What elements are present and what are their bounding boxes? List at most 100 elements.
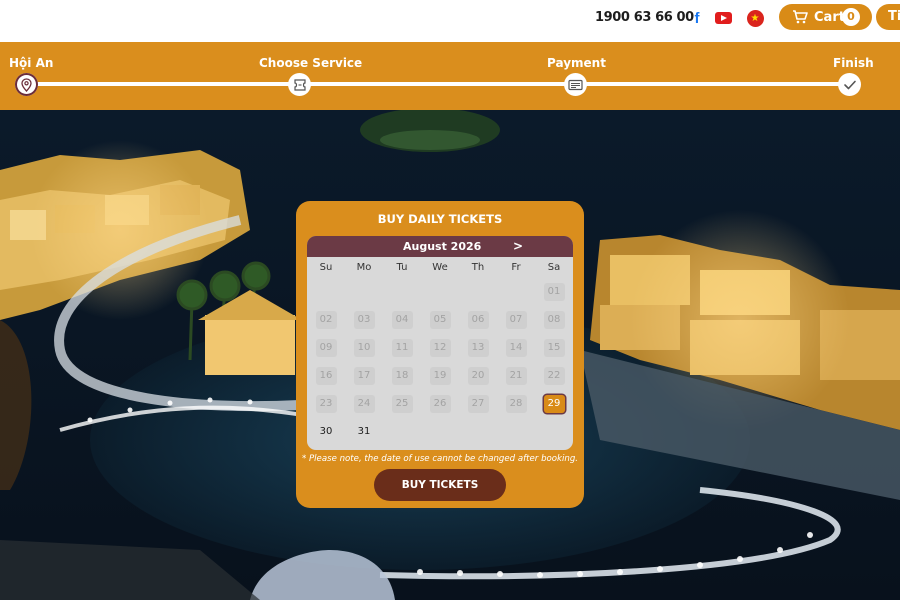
step-hoi-an[interactable] (15, 73, 38, 96)
calendar-day-disabled: 10 (345, 334, 383, 362)
day-number: 29 (543, 395, 565, 413)
hotline-phone-number[interactable]: 1900 63 66 00 (595, 10, 694, 25)
top-header: 1900 63 66 00 f ★ Cart 0 Tic (0, 0, 900, 42)
day-number: 18 (391, 367, 413, 385)
day-number: 14 (505, 339, 527, 357)
day-number: 21 (505, 367, 527, 385)
weekday-label: Fr (511, 262, 521, 273)
calendar-day-disabled: 04 (383, 306, 421, 334)
day-number: 25 (391, 395, 413, 413)
calendar-day-disabled: 14 (497, 334, 535, 362)
cart-icon (793, 10, 808, 24)
cart-button[interactable]: Cart 0 (779, 4, 872, 30)
step-label-payment: Payment (547, 56, 606, 70)
day-number: 24 (353, 395, 375, 413)
location-pin-icon (21, 77, 32, 92)
date-picker-calendar: August 2026 > Su Mo Tu We Th Fr Sa 01 02 03 04 05 0… (307, 236, 573, 450)
step-label-choose-service: Choose Service (259, 56, 363, 70)
day-number: 27 (467, 395, 489, 413)
youtube-icon[interactable] (714, 9, 732, 27)
facebook-icon[interactable]: f (688, 9, 706, 27)
calendar-day[interactable]: 31 (345, 418, 383, 446)
day-number: 23 (315, 395, 337, 413)
step-label-hoi-an: Hội An (9, 56, 54, 70)
day-number: 02 (315, 311, 337, 329)
stepper-track (26, 82, 852, 86)
calendar-day-disabled: 17 (345, 362, 383, 390)
day-number: 19 (429, 367, 451, 385)
day-number: 22 (543, 367, 565, 385)
day-number: 15 (543, 339, 565, 357)
day-number: 31 (357, 426, 371, 437)
buy-tickets-button[interactable]: BUY TICKETS (374, 469, 506, 501)
calendar-day-disabled: 13 (459, 334, 497, 362)
payment-card-icon (568, 79, 583, 90)
widget-title: BUY DAILY TICKETS (377, 212, 503, 226)
weekday-label: Th (471, 262, 485, 273)
day-number: 26 (429, 395, 451, 413)
calendar-day-disabled: 03 (345, 306, 383, 334)
calendar-empty-cell (345, 278, 383, 306)
day-number: 11 (391, 339, 413, 357)
calendar-day-selected[interactable]: 29 (535, 390, 573, 418)
calendar-day-disabled: 16 (307, 362, 345, 390)
step-label-finish: Finish (833, 56, 874, 70)
weekday-label: Sa (547, 262, 561, 273)
calendar-day-disabled: 06 (459, 306, 497, 334)
calendar-day-disabled: 20 (459, 362, 497, 390)
calendar-day-disabled: 19 (421, 362, 459, 390)
day-number: 30 (319, 426, 333, 437)
step-choose-service[interactable] (288, 73, 311, 96)
weekday-label: We (432, 262, 448, 273)
calendar-day-disabled: 26 (421, 390, 459, 418)
calendar-month-label: August 2026 (403, 240, 482, 253)
weekday-row: Su Mo Tu We Th Fr Sa (307, 257, 573, 278)
day-number: 28 (505, 395, 527, 413)
calendar-empty-cell (421, 278, 459, 306)
calendar-day-disabled: 18 (383, 362, 421, 390)
tickets-nav-button[interactable]: Tic (876, 4, 900, 30)
facebook-glyph: f (694, 9, 700, 27)
calendar-day-disabled: 15 (535, 334, 573, 362)
day-number: 12 (429, 339, 451, 357)
day-number: 07 (505, 311, 527, 329)
day-number: 06 (467, 311, 489, 329)
calendar-day-disabled: 25 (383, 390, 421, 418)
weekday-label: Su (319, 262, 333, 273)
calendar-header: August 2026 > (307, 236, 573, 257)
calendar-day-disabled: 22 (535, 362, 573, 390)
booking-progress-stepper: Hội An Choose Service Payment Finish (0, 42, 900, 110)
calendar-day-disabled: 09 (307, 334, 345, 362)
step-payment[interactable] (564, 73, 587, 96)
buy-daily-tickets-widget: BUY DAILY TICKETS August 2026 > Su Mo Tu We… (296, 201, 584, 508)
calendar-day-disabled: 28 (497, 390, 535, 418)
calendar-day-disabled: 07 (497, 306, 535, 334)
day-number: 13 (467, 339, 489, 357)
calendar-day-disabled: 12 (421, 334, 459, 362)
calendar-empty-cell (497, 278, 535, 306)
day-number: 09 (315, 339, 337, 357)
day-number: 20 (467, 367, 489, 385)
vietnam-flag-icon[interactable]: ★ (746, 9, 764, 27)
calendar-day-grid: 01 02 03 04 05 06 07 08 09 10 11 12 13 14 15 16 17 18 19 20… (307, 278, 573, 446)
calendar-empty-cell (307, 278, 345, 306)
day-number: 04 (391, 311, 413, 329)
calendar-day-disabled: 21 (497, 362, 535, 390)
calendar-day-disabled: 08 (535, 306, 573, 334)
calendar-day-disabled: 24 (345, 390, 383, 418)
cart-label: Cart (814, 9, 845, 25)
day-number: 03 (353, 311, 375, 329)
calendar-day-disabled: 11 (383, 334, 421, 362)
date-change-notice: * Please note, the date of use cannot be… (301, 454, 579, 464)
calendar-day-disabled: 27 (459, 390, 497, 418)
calendar-day-disabled: 01 (535, 278, 573, 306)
weekday-label: Tu (396, 262, 408, 273)
day-number: 08 (543, 311, 565, 329)
step-finish[interactable] (838, 73, 861, 96)
day-number: 05 (429, 311, 451, 329)
calendar-empty-cell (459, 278, 497, 306)
day-number: 17 (353, 367, 375, 385)
calendar-day[interactable]: 30 (307, 418, 345, 446)
next-month-button[interactable]: > (513, 239, 523, 253)
day-number: 16 (315, 367, 337, 385)
